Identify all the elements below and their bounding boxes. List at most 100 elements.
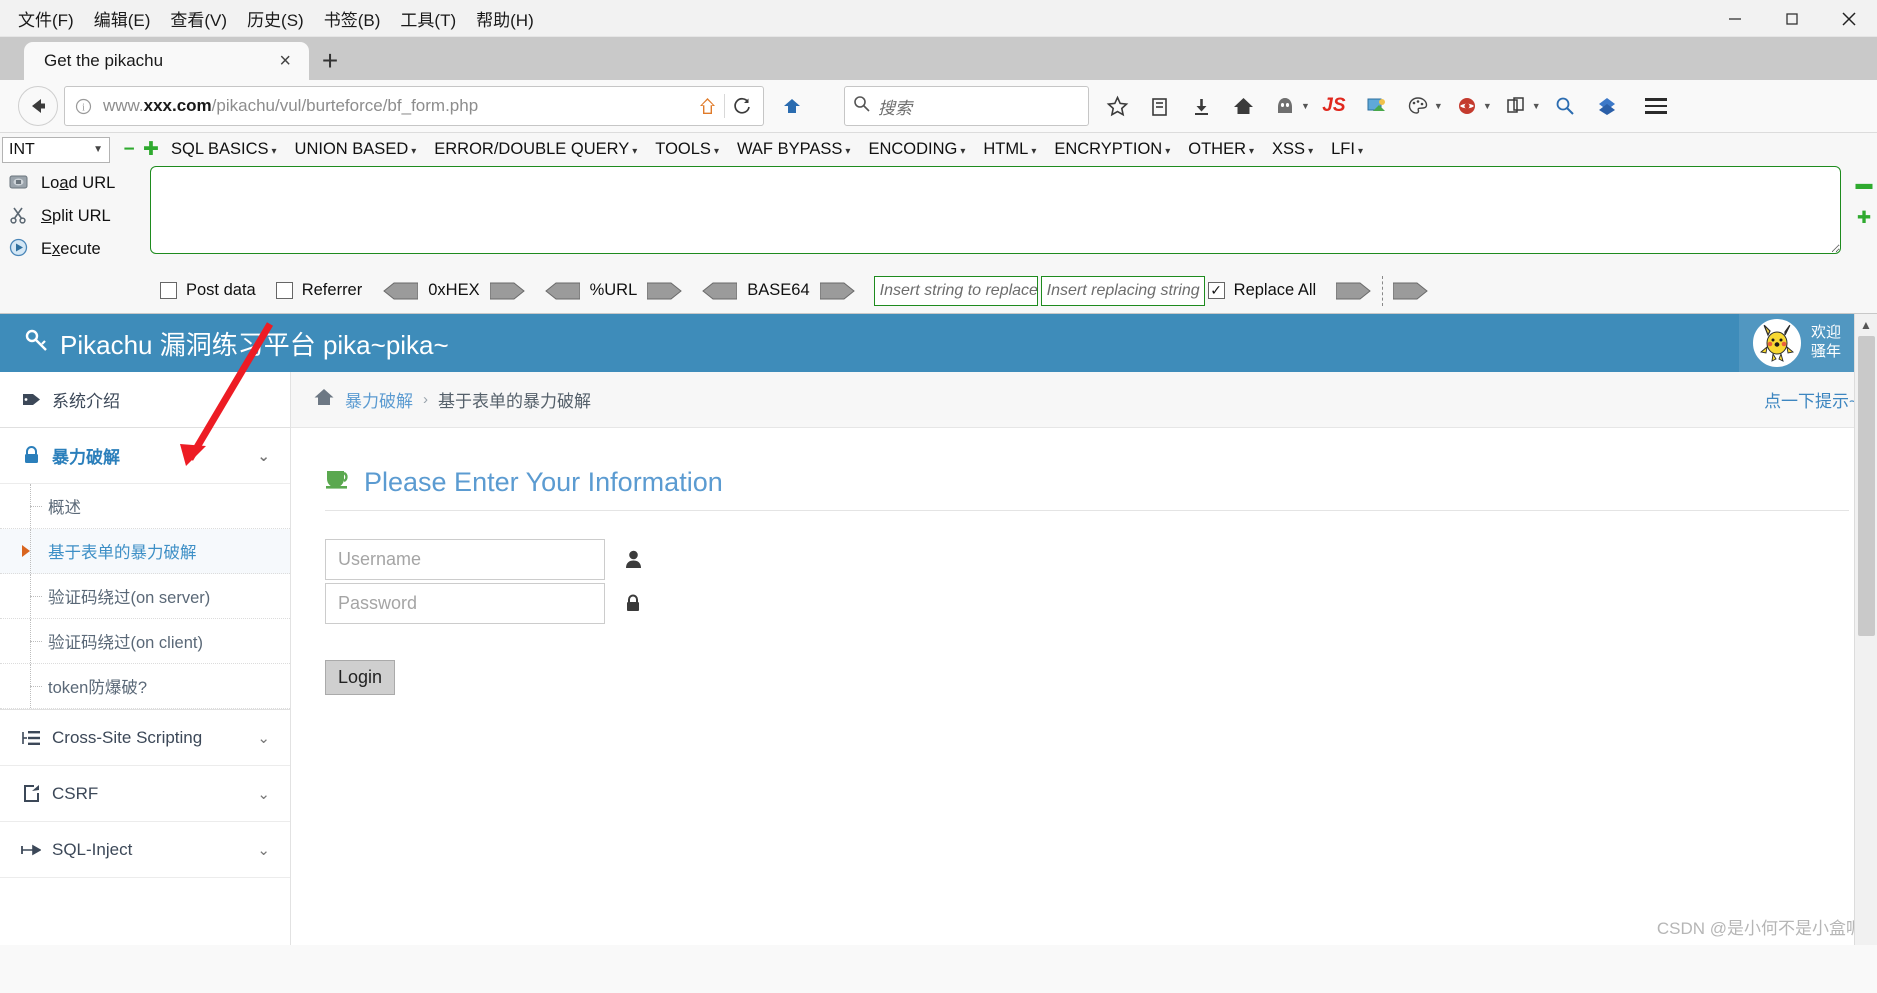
menu-tools[interactable]: 工具(T) xyxy=(390,3,466,34)
post-data-checkbox[interactable]: Post data xyxy=(160,281,256,300)
split-url-button[interactable]: Split URL xyxy=(8,202,150,231)
page-scrollbar[interactable]: ▲ xyxy=(1854,314,1877,945)
url-encode-arrow-icon[interactable] xyxy=(647,281,683,301)
hackbar-menu-html[interactable]: HTML ▾ xyxy=(974,140,1045,159)
hackbar-toggle-icon[interactable] xyxy=(772,85,812,127)
download-icon[interactable] xyxy=(1181,85,1221,127)
login-button[interactable]: Login xyxy=(325,660,395,695)
load-url-button[interactable]: Load URL xyxy=(8,169,150,198)
menu-edit[interactable]: 编辑(E) xyxy=(84,3,161,34)
zoom-icon[interactable] xyxy=(1545,85,1585,127)
hint-link[interactable]: 点一下提示~ xyxy=(1764,387,1859,412)
user-box[interactable]: 欢迎 骚年 xyxy=(1738,314,1855,372)
hackbar-menu-encoding[interactable]: ENCODING ▾ xyxy=(859,140,974,159)
post-data-checkbox-box[interactable] xyxy=(160,282,177,299)
sidebar-subitem-form-brute-force[interactable]: 基于表单的暴力破解 xyxy=(0,529,290,574)
sidebar-subitem-token[interactable]: token防爆破? xyxy=(0,664,290,709)
home-icon[interactable] xyxy=(313,386,335,413)
chevron-down-icon[interactable]: ⌄ xyxy=(257,785,270,803)
close-icon[interactable] xyxy=(1820,0,1877,37)
hackbar-menu-xss[interactable]: XSS ▾ xyxy=(1263,140,1322,159)
sidebar-item-sql-inject[interactable]: SQL-Inject ⌄ xyxy=(0,822,290,878)
sidebar-subitem-overview[interactable]: 概述 xyxy=(0,484,290,529)
library-icon[interactable] xyxy=(1139,85,1179,127)
hackbar-menu-waf-bypass[interactable]: WAF BYPASS ▾ xyxy=(728,140,859,159)
sidebar-item-brute-force[interactable]: 暴力破解 ⌄ xyxy=(0,428,290,484)
base64-decode-arrow-icon[interactable] xyxy=(701,281,738,301)
hackbar-type-select[interactable]: INT ▼ xyxy=(2,136,110,163)
hackbar-menu-lfi[interactable]: LFI ▾ xyxy=(1322,140,1372,159)
find-string-input[interactable]: Insert string to replace xyxy=(873,275,1038,306)
sidebar-subitem-captcha-server[interactable]: 验证码绕过(on server) xyxy=(0,574,290,619)
account-icon[interactable] xyxy=(1265,85,1305,127)
maximize-icon[interactable] xyxy=(1763,0,1820,37)
hackbar-menu-tools[interactable]: TOOLS ▾ xyxy=(646,140,728,159)
container-chevron-down-icon[interactable]: ▼ xyxy=(1532,101,1541,111)
menu-view[interactable]: 查看(V) xyxy=(160,3,237,34)
back-button[interactable] xyxy=(18,86,58,126)
shield-icon[interactable] xyxy=(1447,85,1487,127)
palette-chevron-down-icon[interactable]: ▼ xyxy=(1434,101,1443,111)
page-home-icon[interactable] xyxy=(690,96,724,117)
screenshot-icon[interactable] xyxy=(1356,85,1396,127)
hackbar-menu-union-based[interactable]: UNION BASED ▾ xyxy=(286,140,426,159)
hackbar-collapse-button[interactable]: ▬ xyxy=(1856,174,1873,194)
hackbar-menu-encryption[interactable]: ENCRYPTION ▾ xyxy=(1045,140,1179,159)
star-icon[interactable] xyxy=(1097,85,1137,127)
account-chevron-down-icon[interactable]: ▼ xyxy=(1301,101,1310,111)
scroll-up-icon[interactable]: ▲ xyxy=(1855,314,1877,336)
menu-icon[interactable] xyxy=(1633,85,1679,127)
post-data-label: Post data xyxy=(186,281,256,299)
hackbar-menu-other[interactable]: OTHER ▾ xyxy=(1179,140,1263,159)
url-bar[interactable]: i www.xxx.com/pikachu/vul/burteforce/bf_… xyxy=(64,86,764,126)
reload-icon[interactable] xyxy=(725,96,759,116)
menu-help[interactable]: 帮助(H) xyxy=(466,3,544,34)
minimize-icon[interactable] xyxy=(1706,0,1763,37)
hackbar-textarea[interactable] xyxy=(150,166,1841,254)
replace-all-checkbox[interactable]: ✓ Replace All xyxy=(1207,281,1316,300)
referrer-checkbox-box[interactable] xyxy=(275,282,293,299)
palette-icon[interactable] xyxy=(1398,85,1438,127)
url-decode-arrow-icon[interactable] xyxy=(544,281,580,301)
chevron-down-icon[interactable]: ⌄ xyxy=(257,729,270,747)
search-bar[interactable]: 搜索 xyxy=(844,86,1089,126)
hackbar-remove-button[interactable]: − xyxy=(118,139,140,161)
menu-bookmarks[interactable]: 书签(B) xyxy=(314,3,391,34)
execute-button[interactable]: Execute xyxy=(8,235,150,264)
hex-encode-arrow-icon[interactable] xyxy=(489,281,526,301)
password-input[interactable]: Password xyxy=(325,583,605,624)
home-icon[interactable] xyxy=(1223,85,1263,127)
base64-encode-arrow-icon[interactable] xyxy=(819,281,856,301)
js-icon[interactable]: JS xyxy=(1314,85,1354,127)
replace-apply-arrow-icon[interactable] xyxy=(1336,281,1372,301)
replace-extra-arrow-icon[interactable] xyxy=(1393,281,1429,301)
hackbar-menu-sql-basics[interactable]: SQL BASICS ▾ xyxy=(162,140,286,159)
menu-history[interactable]: 历史(S) xyxy=(237,3,314,34)
sql-icon xyxy=(20,842,42,858)
menu-file[interactable]: 文件(F) xyxy=(8,3,84,34)
site-brand[interactable]: Pikachu 漏洞练习平台 pika~pika~ xyxy=(24,325,449,362)
container-icon[interactable] xyxy=(1496,85,1536,127)
sidebar-item-system-intro[interactable]: 系统介绍 xyxy=(0,372,290,428)
hackbar-add-button[interactable]: ✚ xyxy=(140,138,162,161)
replace-all-checkbox-box[interactable]: ✓ xyxy=(1207,282,1225,299)
tab-close-icon[interactable]: × xyxy=(271,50,299,73)
replace-string-input[interactable]: Insert replacing string xyxy=(1040,275,1205,306)
sidebar-item-xss[interactable]: Cross-Site Scripting ⌄ xyxy=(0,710,290,766)
hex-decode-arrow-icon[interactable] xyxy=(382,281,419,301)
username-input[interactable]: Username xyxy=(325,539,605,580)
browser-tab[interactable]: Get the pikachu × xyxy=(24,42,309,80)
scrollbar-thumb[interactable] xyxy=(1858,336,1875,636)
new-tab-icon[interactable]: + xyxy=(309,42,351,80)
hackbar-menu-error-double-query[interactable]: ERROR/DOUBLE QUERY ▾ xyxy=(425,140,646,159)
referrer-checkbox[interactable]: Referrer xyxy=(275,281,362,300)
info-icon[interactable]: i xyxy=(69,98,97,115)
sync-icon[interactable] xyxy=(1587,85,1627,127)
chevron-down-icon[interactable]: ⌄ xyxy=(257,447,270,465)
sidebar-item-csrf[interactable]: CSRF ⌄ xyxy=(0,766,290,822)
breadcrumb-parent[interactable]: 暴力破解 xyxy=(345,387,413,412)
hackbar-expand-button[interactable]: ✚ xyxy=(1857,208,1871,228)
shield-chevron-down-icon[interactable]: ▼ xyxy=(1483,101,1492,111)
chevron-down-icon[interactable]: ⌄ xyxy=(257,841,270,859)
sidebar-subitem-captcha-client[interactable]: 验证码绕过(on client) xyxy=(0,619,290,664)
